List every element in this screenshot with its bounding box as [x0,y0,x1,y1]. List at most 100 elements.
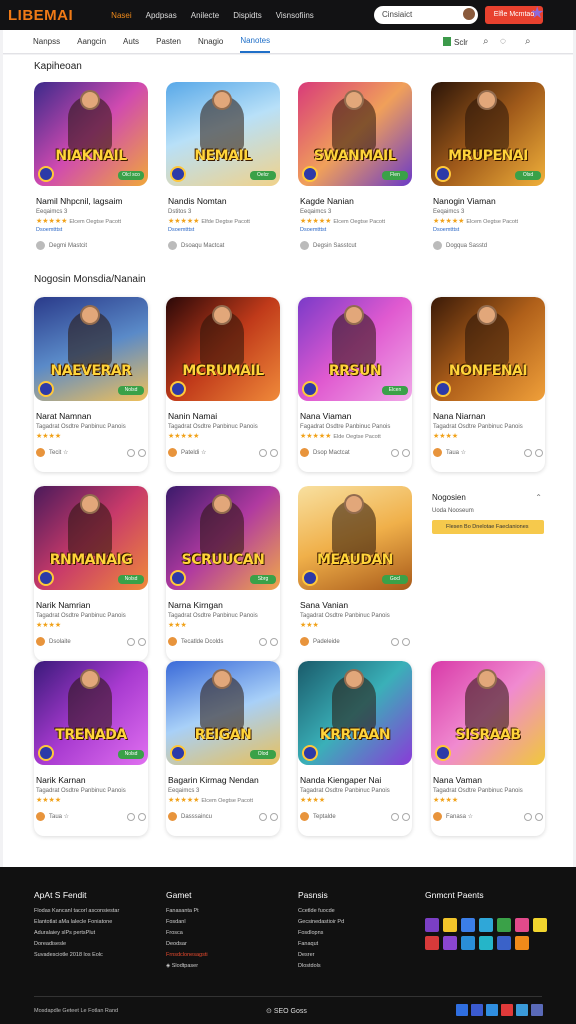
share-icon[interactable] [270,812,278,821]
share-icon[interactable] [138,812,146,821]
game-title[interactable]: Sana Vanian [298,600,412,610]
game-title[interactable]: Nandis Nomtan [166,196,280,206]
price-badge[interactable]: Nolsd [118,750,144,759]
game-title[interactable]: Nanogin Viaman [431,196,545,206]
youtube-icon[interactable] [501,1004,513,1016]
game-title[interactable]: Narat Namnan [34,411,148,421]
partner-icon[interactable] [461,918,475,932]
game-thumbnail[interactable]: SWANMAIL Flen [298,82,412,186]
game-title[interactable]: Nana Viaman [298,411,412,421]
game-thumbnail[interactable]: NEMAIL Oelcr [166,82,280,186]
price-badge[interactable]: Olod [250,750,276,759]
nav-item-4[interactable]: Visnsofiins [276,11,314,20]
game-link[interactable]: Dsoemtttst [34,227,148,233]
partner-icon[interactable] [515,936,529,950]
game-title[interactable]: Nanda Kiengaper Nai [298,775,412,785]
game-thumbnail[interactable]: NIAKNAIL Olcl sco [34,82,148,186]
social-icon[interactable] [516,1004,528,1016]
partner-icon[interactable] [443,936,457,950]
partner-icon[interactable] [443,918,457,932]
footer-link-highlight[interactable]: Frnsdclonesagsti [166,952,208,958]
game-thumbnail[interactable]: MRUPENAI Olsd [431,82,545,186]
game-link[interactable]: Dsoemtttst [431,227,545,233]
share-icon[interactable] [138,637,146,646]
footer-link[interactable]: Desrer [298,952,344,958]
partner-icon[interactable] [533,918,547,932]
info-icon[interactable] [259,812,267,821]
game-card[interactable]: MRUPENAI Olsd Nanogin Viaman Eeqaimcs 3 ★★★★… [431,82,545,272]
game-card[interactable]: NIAKNAIL Olcl sco Namil Nhpcnil, lagsaim Ee… [34,82,148,272]
avatar[interactable] [462,7,476,21]
tab-5[interactable]: Nanotes [240,30,271,53]
facebook-icon[interactable] [456,1004,468,1016]
share-icon[interactable] [402,448,410,457]
info-icon[interactable] [391,448,399,457]
game-thumbnail[interactable]: RRSUN Elcen [298,297,412,401]
social-icon[interactable] [471,1004,483,1016]
game-card[interactable]: TRENADA Nolsd Narik Karnan Tagadrat Osdtre … [34,661,148,836]
partner-icon[interactable] [479,936,493,950]
info-icon[interactable] [524,812,532,821]
footer-link[interactable]: ◈ Slodtpaser [166,963,208,969]
game-card[interactable]: SWANMAIL Flen Kagde Nanian Eeqaimcs 3 ★★★★★ … [298,82,412,272]
game-card[interactable]: NAEVERAR Nolsd Narat Namnan Tagadrat Osdtre… [34,297,148,472]
share-icon[interactable] [138,448,146,457]
magnifier-icon[interactable]: ⌕ [525,36,531,47]
game-title[interactable]: Narna Kirngan [166,600,280,610]
tab-3[interactable]: Pasten [156,31,181,52]
sort-button[interactable]: Sclr [443,37,468,47]
nav-item-1[interactable]: Apdpsas [146,11,177,20]
game-card[interactable]: MCRUMAIL Nanin Namai Tagadrat Osdtre Panbi… [166,297,280,472]
footer-link[interactable]: Fanaqut [298,941,344,947]
price-badge[interactable]: Olsd [515,171,541,180]
tab-2[interactable]: Auts [123,31,139,52]
footer-link[interactable]: Doreadisesle [34,941,119,947]
tab-1[interactable]: Aangcin [77,31,106,52]
social-icon[interactable] [531,1004,543,1016]
game-thumbnail[interactable]: NONFENAI [431,297,545,401]
price-badge[interactable]: Flen [382,171,408,180]
info-icon[interactable] [259,448,267,457]
info-icon[interactable] [127,637,135,646]
game-thumbnail[interactable]: REIGAN Olod [166,661,280,765]
game-card[interactable]: NEMAIL Oelcr Nandis Nomtan Dstitos 3 ★★★★★ E… [166,82,280,272]
share-icon[interactable] [535,812,543,821]
game-thumbnail[interactable]: MEAUDAN Gocl [298,486,412,590]
tab-0[interactable]: Nanpss [33,31,60,52]
nav-item-2[interactable]: Anilecte [191,11,219,20]
info-icon[interactable] [524,448,532,457]
game-title[interactable]: Bagarin Kirmag Nendan [166,775,280,785]
game-link[interactable]: Dsoemtttst [166,227,280,233]
partner-icon[interactable] [479,918,493,932]
game-thumbnail[interactable]: TRENADA Nolsd [34,661,148,765]
settings-icon[interactable]: ◌ [500,36,506,47]
info-icon[interactable] [391,637,399,646]
footer-link[interactable]: Fosdlopns [298,930,344,936]
info-icon[interactable] [127,812,135,821]
share-icon[interactable] [270,448,278,457]
partner-icon[interactable] [515,918,529,932]
game-card[interactable]: SISRAAB Nana Vaman Tagadrat Osdtre Panbinu… [431,661,545,836]
game-title[interactable]: Nanin Namai [166,411,280,421]
logo[interactable]: LIBEMAI [8,7,73,24]
footer-link[interactable]: Fanasanta Pt [166,908,208,914]
game-card[interactable]: RRSUN Elcen Nana Viaman Fagadrat Osdtre Pan… [298,297,412,472]
partner-icon[interactable] [497,918,511,932]
game-title[interactable]: Nana Vaman [431,775,545,785]
footer-link[interactable]: Frosca [166,930,208,936]
footer-link[interactable]: Ccetlde fuocde [298,908,344,914]
game-card[interactable]: SCRUUCAN Sbrg Narna Kirngan Tagadrat Osdtre… [166,486,280,661]
game-title[interactable]: Namil Nhpcnil, lagsaim [34,196,148,206]
price-badge[interactable]: Olcl sco [118,171,144,180]
footer-link[interactable]: Fosdanl [166,919,208,925]
info-icon[interactable] [391,812,399,821]
tab-4[interactable]: Nnagio [198,31,223,52]
search-icon[interactable]: ⌕ [483,36,489,47]
footer-link[interactable]: Flodas Kancanl tacorl asconsiestar [34,908,119,914]
info-icon[interactable] [259,637,267,646]
price-badge[interactable]: Gocl [382,575,408,584]
widget-bar[interactable]: Flesen Bo Dnelotae Faeclaniones [432,520,544,534]
footer-link[interactable]: Deodsar [166,941,208,947]
game-title[interactable]: Narik Karnan [34,775,148,785]
footer-link[interactable]: Suvadesciotle 2018 los Eolc [34,952,119,958]
